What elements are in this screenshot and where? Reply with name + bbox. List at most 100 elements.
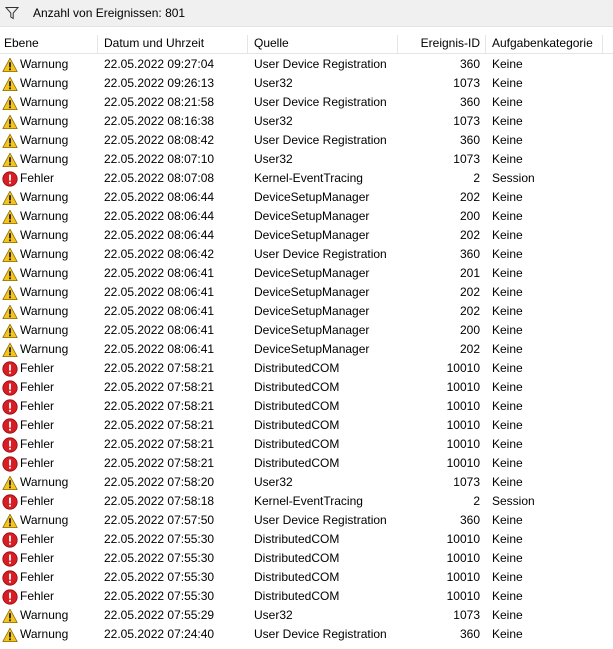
table-row[interactable]: Fehler 22.05.2022 07:55:30 DistributedCOM 1… — [0, 587, 613, 606]
date-time-cell: 22.05.2022 09:27:04 — [104, 57, 215, 71]
event-id-cell: 360 — [459, 247, 480, 261]
table-row[interactable]: Warnung 22.05.2022 08:06:44 DeviceSetupMan… — [0, 226, 613, 245]
source-cell: DeviceSetupManager — [254, 266, 370, 280]
table-row[interactable]: Warnung 22.05.2022 08:21:58 User Device Re… — [0, 93, 613, 112]
level-cell: Warnung — [2, 112, 68, 131]
table-row[interactable]: Fehler 22.05.2022 08:07:08 Kernel-EventTra… — [0, 169, 613, 188]
error-icon — [2, 588, 18, 605]
task-category-cell: Keine — [492, 570, 523, 584]
event-id-cell: 10010 — [446, 589, 480, 603]
event-id-cell: 10010 — [446, 399, 480, 413]
column-header-level[interactable]: Ebene — [4, 33, 39, 53]
column-header-source[interactable]: Quelle — [254, 33, 289, 53]
event-id-cell: 200 — [459, 323, 480, 337]
date-time-cell: 22.05.2022 08:06:41 — [104, 342, 215, 356]
error-icon — [2, 417, 18, 434]
column-header-category[interactable]: Aufgabenkategorie — [492, 33, 593, 53]
level-label: Fehler — [20, 171, 55, 185]
table-row[interactable]: Warnung 22.05.2022 08:06:44 DeviceSetupMan… — [0, 207, 613, 226]
column-header-event-id[interactable]: Ereignis-ID — [400, 33, 480, 53]
event-id-cell: 2 — [473, 171, 480, 185]
column-divider[interactable] — [247, 35, 248, 53]
source-cell: Kernel-EventTracing — [254, 171, 363, 185]
source-cell: DeviceSetupManager — [254, 190, 370, 204]
source-cell: User Device Registration — [254, 133, 387, 147]
source-cell: DistributedCOM — [254, 399, 340, 413]
level-cell: Fehler — [2, 530, 54, 549]
level-label: Fehler — [20, 551, 55, 565]
date-time-cell: 22.05.2022 07:55:30 — [104, 532, 215, 546]
source-cell: DeviceSetupManager — [254, 342, 370, 356]
event-count-label: Anzahl von Ereignissen: 801 — [33, 6, 186, 20]
column-divider[interactable] — [97, 35, 98, 53]
level-label: Warnung — [20, 209, 69, 223]
source-cell: DistributedCOM — [254, 437, 340, 451]
table-row[interactable]: Warnung 22.05.2022 08:06:41 DeviceSetupMan… — [0, 321, 613, 340]
column-divider[interactable] — [602, 35, 603, 53]
table-row[interactable]: Warnung 22.05.2022 08:16:38 User32 1073 Kein… — [0, 112, 613, 131]
event-id-cell: 200 — [459, 209, 480, 223]
date-time-cell: 22.05.2022 08:06:44 — [104, 209, 215, 223]
table-row[interactable]: Warnung 22.05.2022 09:27:04 User Device Re… — [0, 55, 613, 74]
level-cell: Fehler — [2, 549, 54, 568]
table-row[interactable]: Fehler 22.05.2022 07:58:21 DistributedCOM 1… — [0, 454, 613, 473]
table-row[interactable]: Warnung 22.05.2022 08:06:41 DeviceSetupMan… — [0, 283, 613, 302]
table-row[interactable]: Warnung 22.05.2022 08:08:42 User Device Re… — [0, 131, 613, 150]
level-cell: Warnung — [2, 226, 68, 245]
task-category-cell: Session — [492, 494, 535, 508]
table-row[interactable]: Fehler 22.05.2022 07:58:21 DistributedCOM 1… — [0, 359, 613, 378]
event-id-cell: 10010 — [446, 551, 480, 565]
level-label: Warnung — [20, 95, 69, 109]
table-row[interactable]: Fehler 22.05.2022 07:55:30 DistributedCOM 1… — [0, 568, 613, 587]
column-divider[interactable] — [397, 35, 398, 53]
table-row[interactable]: Warnung 22.05.2022 07:24:40 User Device Re… — [0, 625, 613, 644]
table-row[interactable]: Warnung 22.05.2022 08:06:42 User Device Re… — [0, 245, 613, 264]
table-row[interactable]: Warnung 22.05.2022 08:06:44 DeviceSetupMan… — [0, 188, 613, 207]
table-row[interactable]: Warnung 22.05.2022 07:58:20 User32 1073 Kein… — [0, 473, 613, 492]
task-category-cell: Keine — [492, 589, 523, 603]
filter-icon[interactable] — [4, 6, 20, 20]
source-cell: User Device Registration — [254, 95, 387, 109]
level-label: Fehler — [20, 399, 55, 413]
source-cell: DistributedCOM — [254, 361, 340, 375]
table-row[interactable]: Fehler 22.05.2022 07:58:21 DistributedCOM 1… — [0, 397, 613, 416]
level-label: Warnung — [20, 475, 69, 489]
level-cell: Warnung — [2, 55, 68, 74]
level-cell: Fehler — [2, 397, 54, 416]
table-row[interactable]: Warnung 22.05.2022 08:06:41 DeviceSetupMan… — [0, 264, 613, 283]
date-time-cell: 22.05.2022 08:06:44 — [104, 228, 215, 242]
table-row[interactable]: Fehler 22.05.2022 07:58:21 DistributedCOM 1… — [0, 416, 613, 435]
level-label: Fehler — [20, 437, 55, 451]
error-icon — [2, 569, 18, 586]
error-icon — [2, 531, 18, 548]
table-row[interactable]: Warnung 22.05.2022 08:06:41 DeviceSetupMan… — [0, 302, 613, 321]
event-id-cell: 10010 — [446, 437, 480, 451]
level-label: Warnung — [20, 266, 69, 280]
column-header-date[interactable]: Datum und Uhrzeit — [104, 33, 204, 53]
date-time-cell: 22.05.2022 08:06:41 — [104, 285, 215, 299]
table-row[interactable]: Fehler 22.05.2022 07:55:30 DistributedCOM 1… — [0, 530, 613, 549]
event-id-cell: 1073 — [453, 114, 480, 128]
column-divider[interactable] — [485, 35, 486, 53]
date-time-cell: 22.05.2022 08:06:42 — [104, 247, 215, 261]
level-cell: Warnung — [2, 131, 68, 150]
table-row[interactable]: Warnung 22.05.2022 07:55:29 User32 1073 Kein… — [0, 606, 613, 625]
warning-icon — [2, 57, 18, 73]
task-category-cell: Keine — [492, 418, 523, 432]
level-cell: Warnung — [2, 606, 68, 625]
event-id-cell: 360 — [459, 513, 480, 527]
table-row[interactable]: Warnung 22.05.2022 08:07:10 User32 1073 Kein… — [0, 150, 613, 169]
event-id-cell: 1073 — [453, 608, 480, 622]
table-row[interactable]: Fehler 22.05.2022 07:58:21 DistributedCOM 1… — [0, 378, 613, 397]
task-category-cell: Keine — [492, 380, 523, 394]
table-row[interactable]: Warnung 22.05.2022 07:57:50 User Device Re… — [0, 511, 613, 530]
filter-bar: Anzahl von Ereignissen: 801 — [0, 0, 613, 27]
warning-icon — [2, 608, 18, 624]
table-row[interactable]: Fehler 22.05.2022 07:58:21 DistributedCOM 1… — [0, 435, 613, 454]
table-row[interactable]: Fehler 22.05.2022 07:58:18 Kernel-EventTra… — [0, 492, 613, 511]
warning-icon — [2, 266, 18, 282]
event-id-cell: 202 — [459, 285, 480, 299]
table-row[interactable]: Fehler 22.05.2022 07:55:30 DistributedCOM 1… — [0, 549, 613, 568]
table-row[interactable]: Warnung 22.05.2022 08:06:41 DeviceSetupMan… — [0, 340, 613, 359]
table-row[interactable]: Warnung 22.05.2022 09:26:13 User32 1073 Kein… — [0, 74, 613, 93]
